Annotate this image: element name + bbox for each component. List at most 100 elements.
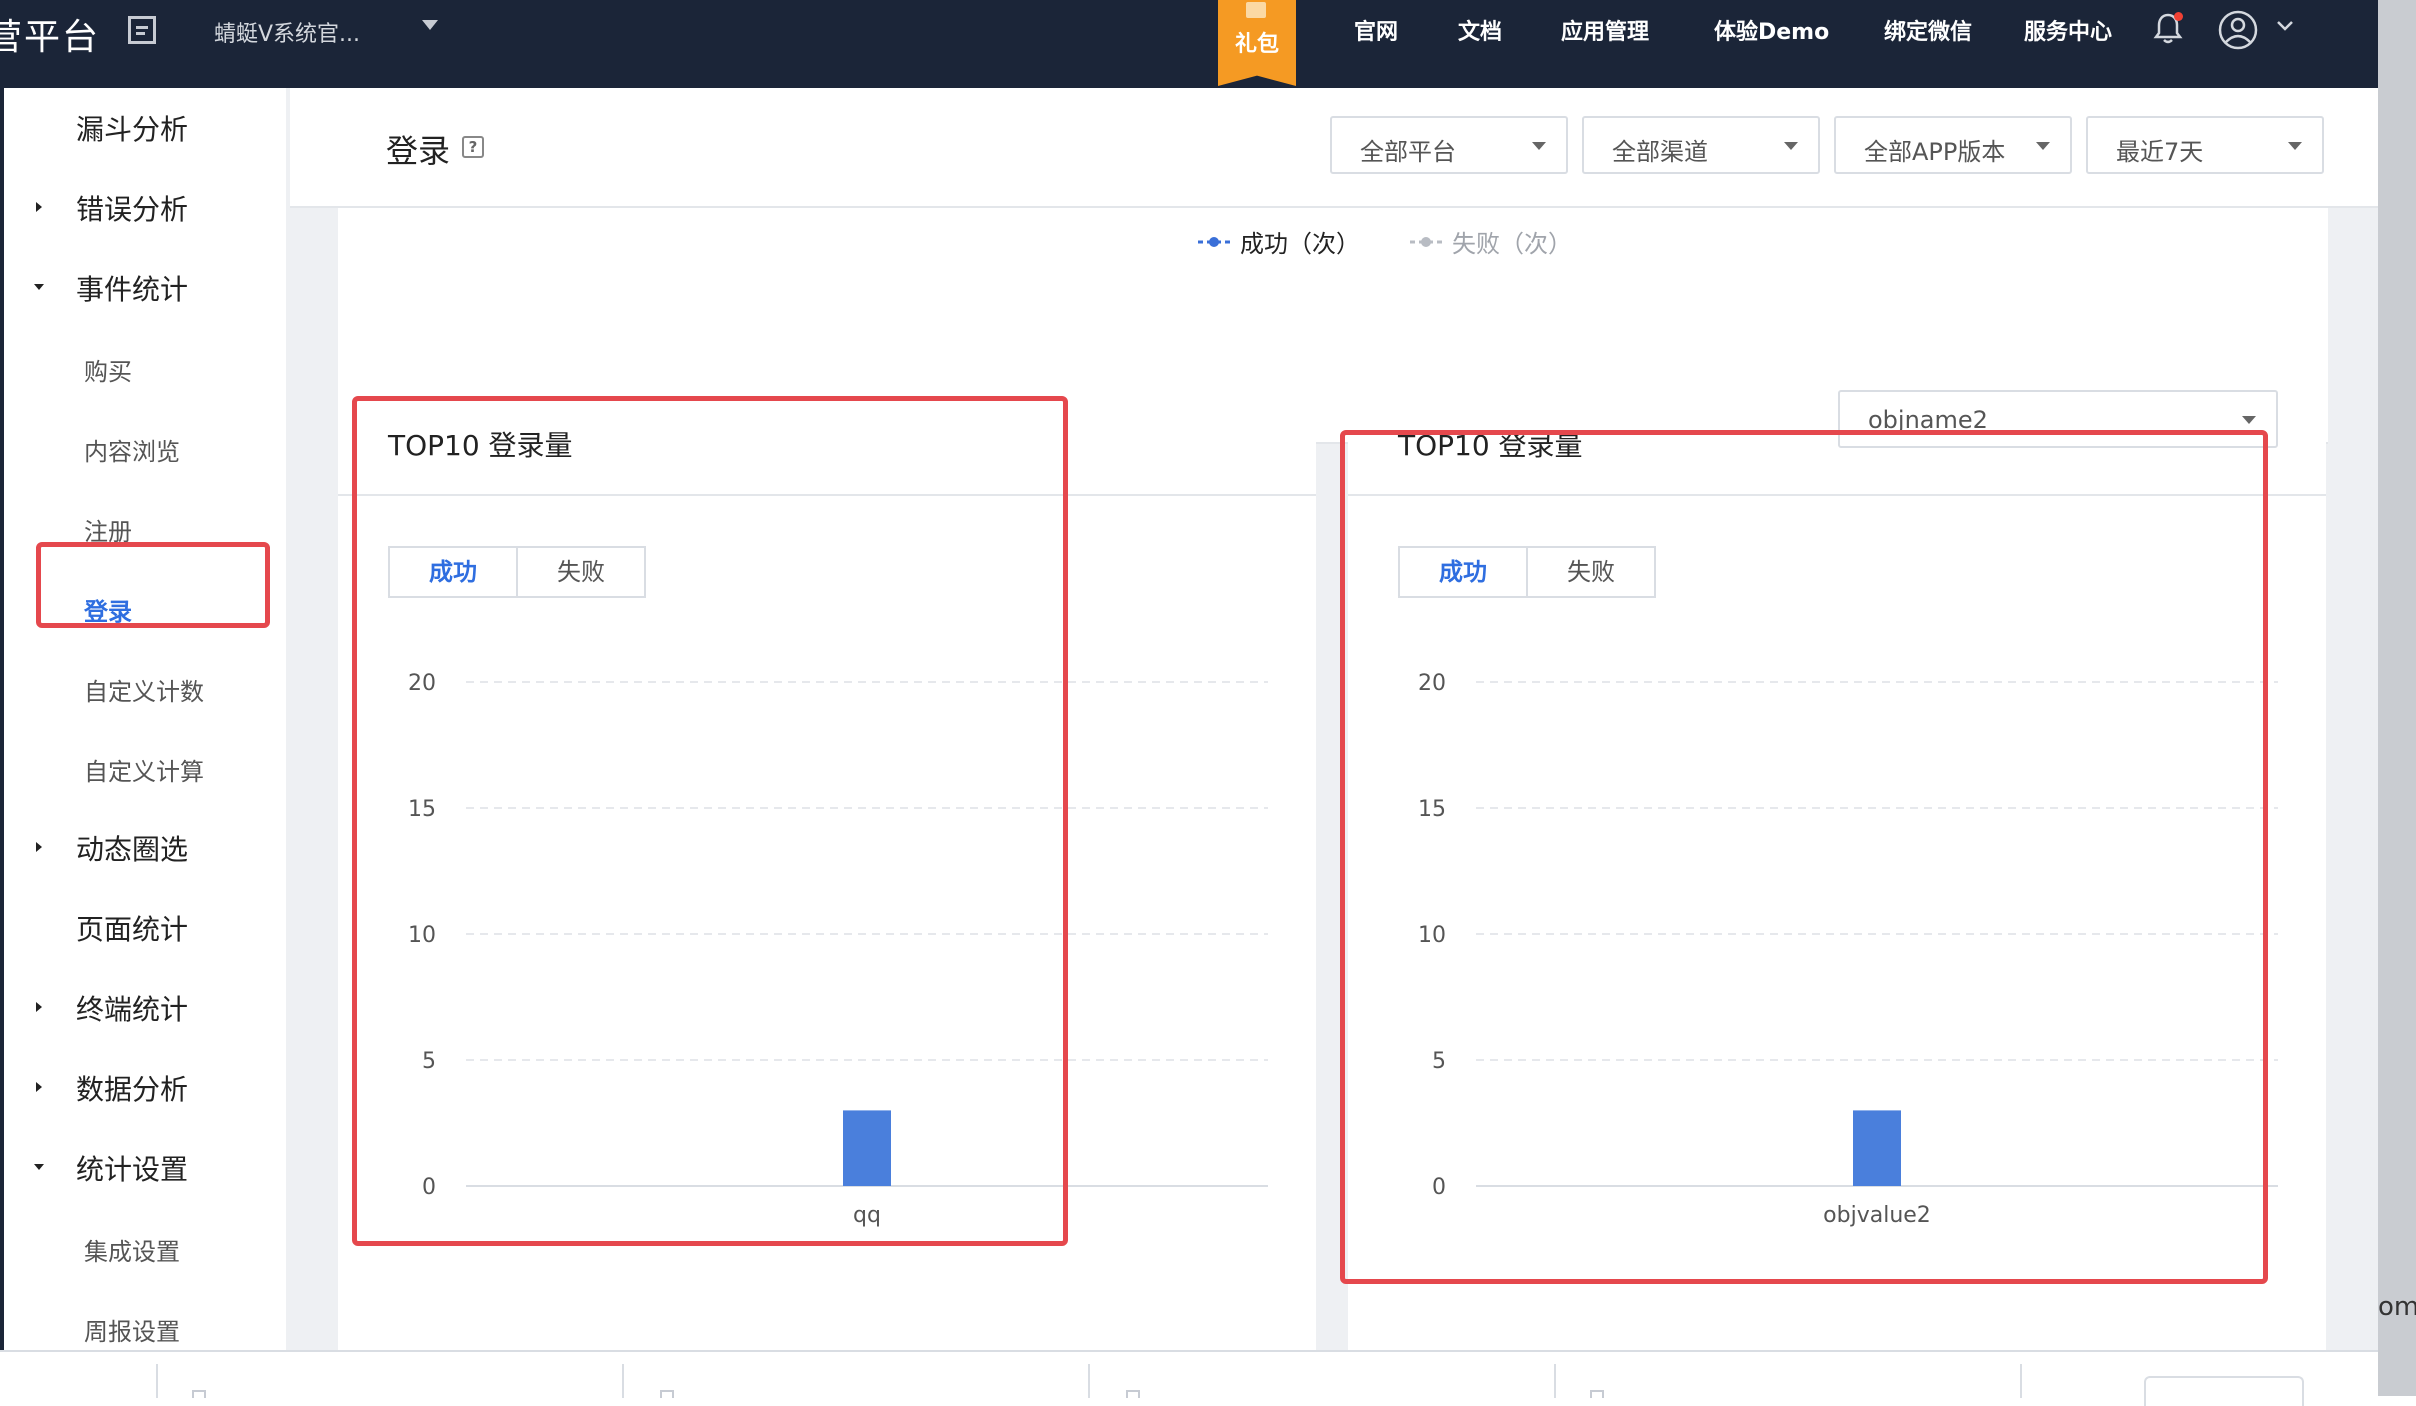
filter-channel-value: 全部渠道 xyxy=(1612,138,1708,166)
bar xyxy=(843,1110,891,1186)
sidebar-item-label: 集成设置 xyxy=(84,1238,180,1266)
filter-app-version-value: 全部APP版本 xyxy=(1864,138,2006,166)
bar xyxy=(1853,1110,1901,1186)
caret-right-icon xyxy=(36,202,42,212)
gift-box-icon xyxy=(1246,2,1266,18)
x-tick-label: objvalue2 xyxy=(1823,1203,1931,1228)
sidebar-item[interactable]: 页面统计 xyxy=(4,898,286,958)
caret-down-icon xyxy=(1532,142,1546,150)
filter-date-range[interactable]: 最近7天 xyxy=(2086,116,2324,174)
sidebar-item[interactable]: 自定义计数 xyxy=(4,658,286,718)
tab-success[interactable]: 成功 xyxy=(1398,546,1528,598)
sidebar-item[interactable]: 动态圈选 xyxy=(4,818,286,878)
document-icon xyxy=(1590,1390,1604,1398)
y-tick-label: 0 xyxy=(1432,1175,1446,1200)
document-icon xyxy=(192,1390,206,1398)
bottom-button[interactable] xyxy=(2144,1376,2304,1406)
caret-down-icon xyxy=(2036,142,2050,150)
notification-dot xyxy=(2174,12,2183,21)
adjacent-window-edge xyxy=(2378,0,2416,1396)
sidebar-item-label: 统计设置 xyxy=(76,1153,189,1186)
sidebar-item[interactable]: 终端统计 xyxy=(4,978,286,1038)
x-tick-label: qq xyxy=(853,1203,881,1228)
brand-title: 营平台 xyxy=(0,17,101,58)
card-title: TOP10 登录量 xyxy=(388,429,573,462)
legend-failure-label: 失败（次） xyxy=(1452,230,1572,258)
y-tick-label: 20 xyxy=(1418,671,1446,696)
page-header: 登录 ? 全部平台 全部渠道 全部APP版本 最近7天 xyxy=(290,88,2378,208)
sidebar-item[interactable]: 事件统计 xyxy=(4,258,286,318)
y-tick-label: 15 xyxy=(1418,797,1446,822)
legend-line-marker-icon xyxy=(1410,237,1442,247)
caret-right-icon xyxy=(36,1082,42,1092)
y-tick-label: 5 xyxy=(1432,1049,1446,1074)
tab-failure[interactable]: 失败 xyxy=(1526,546,1656,598)
legend-success-label: 成功（次） xyxy=(1240,230,1360,258)
tab-failure[interactable]: 失败 xyxy=(516,546,646,598)
sidebar-item-label: 错误分析 xyxy=(76,193,189,226)
app-selector[interactable]: 蜻蜓V系统官... xyxy=(214,16,360,48)
app-icon xyxy=(128,16,156,44)
gift-label: 礼包 xyxy=(1234,32,1279,57)
y-tick-label: 10 xyxy=(408,923,436,948)
sidebar-item[interactable]: 购买 xyxy=(4,338,286,398)
gift-badge[interactable]: 礼包 xyxy=(1218,0,1296,86)
user-avatar-icon[interactable] xyxy=(2218,10,2258,50)
sidebar-item[interactable]: 统计设置 xyxy=(4,1138,286,1198)
caret-down-icon xyxy=(34,1164,44,1170)
document-icon xyxy=(1126,1390,1140,1398)
sidebar: 漏斗分析错误分析事件统计购买内容浏览注册登录自定义计数自定义计算动态圈选页面统计… xyxy=(4,88,286,1350)
document-icon xyxy=(660,1390,674,1398)
y-tick-label: 15 xyxy=(408,797,436,822)
sidebar-item-label: 漏斗分析 xyxy=(76,113,189,146)
sidebar-item-label: 内容浏览 xyxy=(84,438,180,466)
sidebar-item-label: 终端统计 xyxy=(76,993,189,1026)
top10-object-chart-card: TOP10 登录量 objname2 成功 失败 0 5 10 15 20 objvalu… xyxy=(1348,386,2326,1350)
sidebar-item[interactable]: 注册 xyxy=(4,498,286,558)
tab-success[interactable]: 成功 xyxy=(388,546,518,598)
y-tick-label: 20 xyxy=(408,671,436,696)
sidebar-item-label: 周报设置 xyxy=(84,1318,180,1346)
caret-right-icon xyxy=(36,1002,42,1012)
sidebar-item[interactable]: 登录 xyxy=(4,578,286,638)
sidebar-item-label: 登录 xyxy=(84,598,132,626)
nav-link-bind-wechat[interactable]: 绑定微信 xyxy=(1884,14,1972,46)
nav-link-official-site[interactable]: 官网 xyxy=(1354,14,1398,46)
sidebar-item[interactable]: 集成设置 xyxy=(4,1218,286,1278)
page-title: 登录 xyxy=(386,132,451,170)
divider xyxy=(1554,1364,1556,1398)
sidebar-item-label: 注册 xyxy=(84,518,132,546)
chevron-down-icon[interactable] xyxy=(2276,20,2294,32)
nav-link-docs[interactable]: 文档 xyxy=(1458,14,1502,46)
sidebar-item-label: 事件统计 xyxy=(76,273,189,306)
nav-link-app-management[interactable]: 应用管理 xyxy=(1561,14,1649,46)
nav-link-demo[interactable]: 体验Demo xyxy=(1714,14,1829,46)
object-name-select[interactable]: objname2 xyxy=(1838,390,2278,448)
sidebar-item[interactable]: 内容浏览 xyxy=(4,418,286,478)
sidebar-item[interactable]: 自定义计算 xyxy=(4,738,286,798)
bottom-bar xyxy=(0,1350,2378,1406)
filter-app-version[interactable]: 全部APP版本 xyxy=(1834,116,2072,174)
y-tick-label: 0 xyxy=(422,1175,436,1200)
filter-date-range-value: 最近7天 xyxy=(2116,138,2204,166)
sidebar-item-label: 数据分析 xyxy=(76,1073,189,1106)
divider xyxy=(622,1364,624,1398)
legend-line-marker-icon xyxy=(1198,237,1230,247)
card-title: TOP10 登录量 xyxy=(1398,429,1583,462)
sidebar-item-label: 自定义计数 xyxy=(84,678,204,706)
chevron-down-icon[interactable] xyxy=(422,20,438,30)
caret-right-icon xyxy=(36,842,42,852)
sidebar-item[interactable]: 漏斗分析 xyxy=(4,98,286,158)
question-icon[interactable]: ? xyxy=(462,136,484,158)
caret-down-icon xyxy=(1784,142,1798,150)
sidebar-item[interactable]: 错误分析 xyxy=(4,178,286,238)
nav-link-service-center[interactable]: 服务中心 xyxy=(2024,14,2112,46)
main-content: 登录 ? 全部平台 全部渠道 全部APP版本 最近7天 成功（次） 失败（次） … xyxy=(290,88,2378,1350)
divider xyxy=(2020,1364,2022,1398)
filter-platform[interactable]: 全部平台 xyxy=(1330,116,1568,174)
bar-chart: 0 5 10 15 20 objvalue2 xyxy=(1418,671,2278,1228)
bar-chart: 0 5 10 15 20 qq xyxy=(408,671,1268,1228)
sidebar-item[interactable]: 周报设置 xyxy=(4,1298,286,1358)
filter-channel[interactable]: 全部渠道 xyxy=(1582,116,1820,174)
sidebar-item[interactable]: 数据分析 xyxy=(4,1058,286,1118)
